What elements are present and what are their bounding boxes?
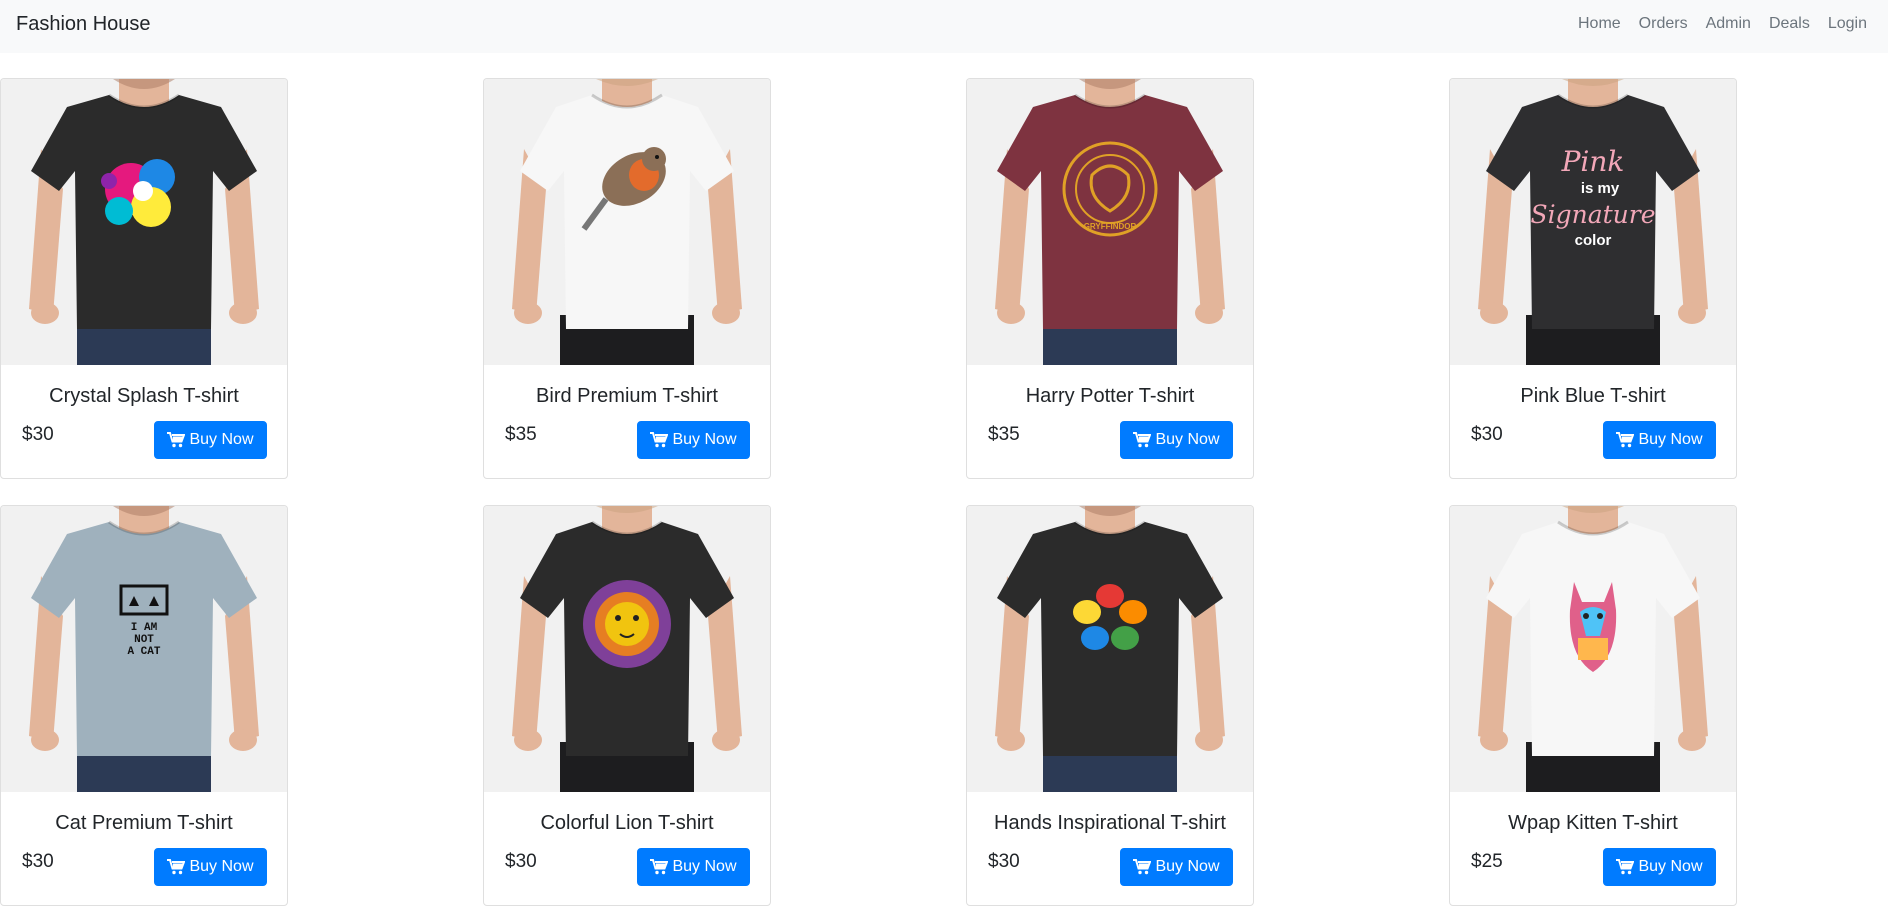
buy-now-label: Buy Now [1638,431,1703,448]
product-card: Crystal Splash T-shirt $30 Buy Now [0,78,288,479]
nav-link-deals[interactable]: Deals [1760,15,1819,33]
tshirt-illustration [1478,506,1708,792]
buy-now-button[interactable]: Buy Now [637,421,750,459]
buy-now-button[interactable]: Buy Now [1603,421,1716,459]
product-title: Cat Premium T-shirt [55,812,233,834]
product-card: Hands Inspirational T-shirt $30 Buy Now [966,505,1254,906]
product-grid: Crystal Splash T-shirt $30 Buy Now Bird … [0,78,1888,906]
product-image[interactable] [1450,506,1736,792]
tshirt-illustration [512,506,742,792]
svg-text:is my: is my [1581,180,1620,197]
buy-now-label: Buy Now [1155,431,1220,448]
shopping-cart-icon [167,432,186,448]
product-title: Bird Premium T-shirt [536,385,718,407]
product-card: Pink is my Signature color Pink Blue T-s… [1449,78,1737,479]
navbar: Fashion House Home Orders Admin Deals Lo… [0,0,1888,53]
product-price: $30 [988,851,1020,872]
buy-now-label: Buy Now [672,431,737,448]
svg-text:Signature: Signature [1530,200,1655,229]
product-title: Pink Blue T-shirt [1520,385,1666,407]
buy-now-button[interactable]: Buy Now [1120,421,1233,459]
nav-link-login[interactable]: Login [1819,15,1876,33]
shopping-cart-icon [1133,859,1152,875]
product-title: Crystal Splash T-shirt [49,385,239,407]
buy-now-label: Buy Now [189,431,254,448]
product-card: Bird Premium T-shirt $35 Buy Now [483,78,771,479]
buy-now-label: Buy Now [1155,858,1220,875]
tshirt-illustration [512,79,742,365]
product-title: Harry Potter T-shirt [1025,385,1195,407]
tshirt-illustration [995,506,1225,792]
tshirt-illustration [29,79,259,365]
product-image[interactable] [967,506,1253,792]
product-title: Hands Inspirational T-shirt [994,812,1226,834]
svg-text:NOT: NOT [134,634,154,646]
product-price: $30 [22,851,54,872]
buy-now-button[interactable]: Buy Now [154,421,267,459]
shopping-cart-icon [1616,859,1635,875]
tshirt-illustration: GRYFFINDOR [995,79,1225,365]
product-card: Wpap Kitten T-shirt $25 Buy Now [1449,505,1737,906]
buy-now-label: Buy Now [189,858,254,875]
tshirt-illustration: I AM NOT A CAT [29,506,259,792]
svg-text:A CAT: A CAT [127,646,160,658]
product-price: $35 [988,424,1020,445]
nav-link-admin[interactable]: Admin [1697,15,1760,33]
buy-now-label: Buy Now [1638,858,1703,875]
shopping-cart-icon [1133,432,1152,448]
svg-text:Pink: Pink [1561,145,1625,178]
shopping-cart-icon [650,432,669,448]
product-image[interactable]: Pink is my Signature color [1450,79,1736,365]
product-price: $30 [1471,424,1503,445]
nav-link-orders[interactable]: Orders [1630,15,1697,33]
svg-text:GRYFFINDOR: GRYFFINDOR [1084,222,1137,231]
shopping-cart-icon [650,859,669,875]
buy-now-button[interactable]: Buy Now [1120,848,1233,886]
product-price: $30 [505,851,537,872]
product-image[interactable]: I AM NOT A CAT [1,506,287,792]
product-image[interactable]: GRYFFINDOR [967,79,1253,365]
product-image[interactable] [484,506,770,792]
product-title: Wpap Kitten T-shirt [1508,812,1678,834]
product-image[interactable] [1,79,287,365]
product-card: Colorful Lion T-shirt $30 Buy Now [483,505,771,906]
svg-text:color: color [1575,232,1612,249]
buy-now-button[interactable]: Buy Now [1603,848,1716,886]
shopping-cart-icon [167,859,186,875]
product-price: $25 [1471,851,1503,872]
svg-text:I AM: I AM [131,622,158,634]
buy-now-button[interactable]: Buy Now [154,848,267,886]
buy-now-label: Buy Now [672,858,737,875]
tshirt-illustration: Pink is my Signature color [1478,79,1708,365]
buy-now-button[interactable]: Buy Now [637,848,750,886]
product-title: Colorful Lion T-shirt [540,812,714,834]
brand-logo[interactable]: Fashion House [16,13,151,36]
product-card: I AM NOT A CAT Cat Premium T-shirt $30 B… [0,505,288,906]
nav-links: Home Orders Admin Deals Login [1569,15,1876,33]
product-price: $30 [22,424,54,445]
nav-link-home[interactable]: Home [1569,15,1630,33]
product-card: GRYFFINDOR Harry Potter T-shirt $35 Buy … [966,78,1254,479]
product-image[interactable] [484,79,770,365]
product-price: $35 [505,424,537,445]
shopping-cart-icon [1616,432,1635,448]
